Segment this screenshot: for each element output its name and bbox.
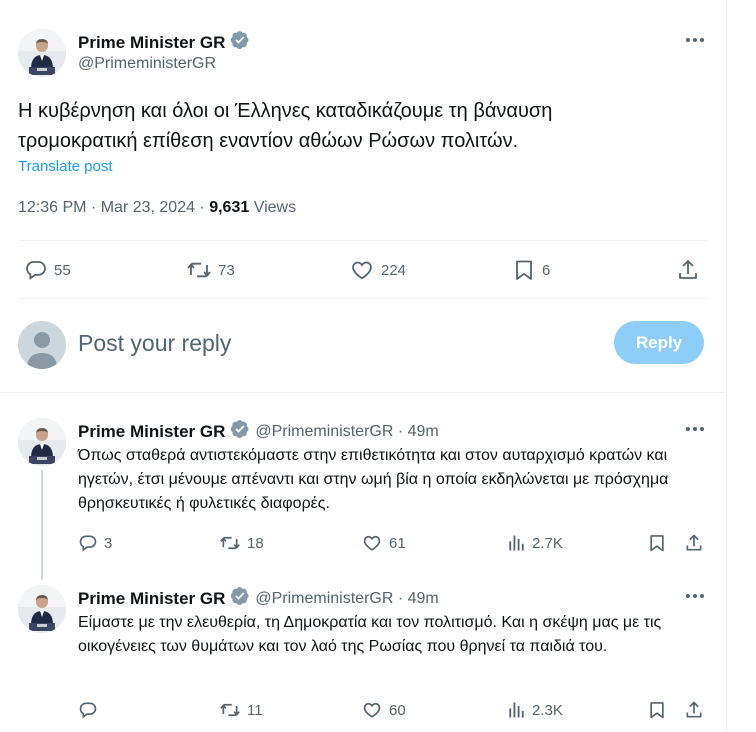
post-text: Η κυβέρνηση και όλοι οι Έλληνες καταδικά… (18, 96, 708, 156)
reply-text: Όπως σταθερά αντιστεκόμαστε στην επιθετι… (78, 447, 669, 512)
author-avatar[interactable] (18, 29, 66, 77)
reply-author-name[interactable]: Prime Minister GR (78, 589, 225, 609)
reply-action[interactable]: 55 (24, 258, 71, 282)
views-icon (509, 535, 524, 551)
reply-author-handle[interactable]: @PrimeministerGR · 49m (255, 423, 438, 441)
more-options-button[interactable] (683, 586, 707, 606)
author-name[interactable]: Prime Minister GR (78, 33, 225, 53)
repost-count: 73 (218, 261, 235, 279)
like-action[interactable]: 61 (361, 533, 406, 553)
like-action[interactable]: 60 (361, 700, 406, 720)
bookmark-icon (516, 260, 532, 280)
translate-post-link[interactable]: Translate post (18, 158, 113, 175)
verified-badge-icon (230, 586, 250, 611)
reply-author-handle[interactable]: @PrimeministerGR · 49m (255, 590, 438, 608)
share-action[interactable] (676, 258, 700, 282)
reply-count: 55 (54, 261, 71, 279)
divider (18, 298, 708, 299)
post-text-line: Η κυβέρνηση και όλοι οι Έλληνες καταδικά… (18, 100, 553, 122)
views-action[interactable]: 2.3K (506, 700, 563, 720)
views-count: 2.3K (532, 701, 563, 719)
reply-header: Prime Minister GR @PrimeministerGR · 49m (78, 586, 439, 611)
reply-author-avatar[interactable] (18, 418, 66, 466)
share-action[interactable] (684, 533, 704, 553)
bookmark-icon (650, 535, 664, 552)
views-icon (509, 702, 524, 718)
reply-header: Prime Minister GR @PrimeministerGR · 49m (78, 419, 439, 444)
more-icon (686, 38, 704, 42)
verified-badge-icon (230, 30, 250, 55)
reply-count: 3 (104, 534, 113, 552)
repost-action[interactable]: 73 (186, 258, 235, 282)
post-detail-column: Prime Minister GR @PrimeministerGR Η κυβ… (0, 0, 727, 732)
reply-action[interactable]: 3 (78, 533, 112, 553)
like-icon (363, 702, 381, 718)
repost-action[interactable]: 11 (219, 700, 263, 720)
repost-icon (220, 536, 240, 550)
reply-icon (79, 535, 97, 552)
divider (18, 240, 708, 241)
bookmark-action[interactable] (647, 700, 667, 720)
bookmark-action[interactable] (647, 533, 667, 553)
more-icon (686, 594, 704, 598)
author-handle[interactable]: @PrimeministerGR (78, 55, 216, 73)
verified-badge-icon (230, 419, 250, 444)
reply-icon (79, 702, 97, 719)
bookmark-count: 6 (542, 261, 551, 279)
reply-icon (26, 261, 46, 280)
reply-author-name[interactable]: Prime Minister GR (78, 422, 225, 442)
like-icon (352, 261, 372, 280)
like-count: 60 (389, 701, 406, 719)
views-action[interactable]: 2.7K (506, 533, 563, 553)
repost-action[interactable]: 18 (219, 533, 264, 553)
more-options-button[interactable] (683, 30, 707, 50)
more-icon (686, 427, 704, 431)
current-user-avatar[interactable] (18, 321, 66, 369)
like-icon (363, 535, 381, 551)
repost-icon (220, 703, 240, 717)
share-action[interactable] (684, 700, 704, 720)
share-icon (679, 260, 697, 279)
default-avatar-icon (18, 321, 66, 369)
post-timestamp[interactable]: 12:36 PM · Mar 23, 2024 · (18, 199, 209, 216)
views-count: 2.7K (532, 534, 563, 552)
post-meta: 12:36 PM · Mar 23, 2024 · 9,631 Views (18, 199, 296, 217)
like-action[interactable]: 224 (349, 258, 406, 282)
reply-text: Είμαστε με την ελευθερία, τη Δημοκρατία … (78, 614, 662, 655)
views-label: Views (249, 199, 297, 216)
repost-icon (187, 262, 211, 278)
author-photo (18, 418, 66, 466)
reply-input[interactable] (78, 328, 578, 358)
bookmark-action[interactable]: 6 (512, 258, 550, 282)
repost-count: 11 (247, 701, 263, 719)
author-photo (18, 585, 66, 633)
bookmark-icon (650, 702, 664, 719)
like-count: 224 (381, 261, 407, 279)
reply-action[interactable] (78, 700, 104, 720)
views-count: 9,631 (209, 199, 250, 216)
reply-author-avatar[interactable] (18, 585, 66, 633)
author-name-row: Prime Minister GR (78, 30, 250, 55)
more-options-button[interactable] (683, 419, 707, 439)
thread-connector-line (41, 470, 43, 580)
author-photo (18, 29, 66, 77)
share-icon (686, 534, 702, 551)
divider (0, 392, 727, 393)
post-text-line: τρομοκρατική επίθεση εναντίον αθώων Ρώσω… (18, 130, 519, 152)
like-count: 61 (389, 534, 406, 552)
reply-button[interactable]: Reply (614, 321, 704, 364)
share-icon (686, 701, 702, 718)
repost-count: 18 (247, 534, 264, 552)
